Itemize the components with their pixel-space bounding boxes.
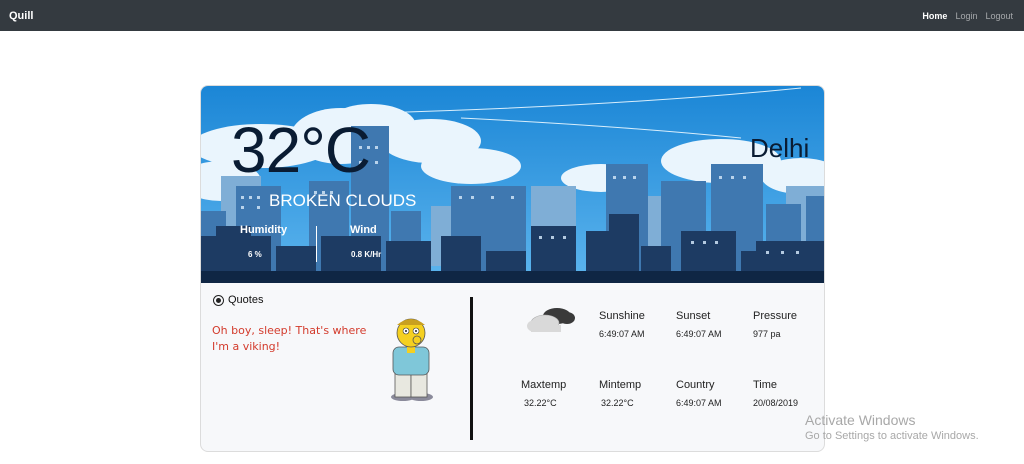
wind-value: 0.8 K/Hr xyxy=(351,250,382,259)
maxtemp-value: 32.22°C xyxy=(524,398,557,408)
character-illustration xyxy=(391,318,433,401)
cloud-icon xyxy=(527,308,575,332)
nav-login-link[interactable]: Login xyxy=(955,11,977,21)
sunset-label: Sunset xyxy=(676,310,711,322)
sunshine-value: 6:49:07 AM xyxy=(599,329,645,339)
maxtemp-label: Maxtemp xyxy=(521,379,567,391)
quotes-header[interactable]: Quotes xyxy=(213,294,263,306)
mintemp-value: 32.22°C xyxy=(601,398,634,408)
time-value: 20/08/2019 xyxy=(753,398,799,408)
pressure-label: Pressure xyxy=(753,310,798,322)
humidity-label: Humidity xyxy=(240,224,288,236)
brand-logo[interactable]: Quill xyxy=(9,10,33,22)
section-divider xyxy=(470,297,473,440)
country-label: Country xyxy=(676,379,715,391)
sunset-value: 6:49:07 AM xyxy=(676,329,722,339)
weather-description: BROKEN CLOUDS xyxy=(269,191,417,210)
nav-home-link[interactable]: Home xyxy=(922,11,947,21)
humidity-value: 6 % xyxy=(248,250,262,259)
sunshine-label: Sunshine xyxy=(599,310,645,322)
quote-text: Oh boy, sleep! That's where I'm a viking… xyxy=(212,324,367,353)
weather-hero: 32°C Delhi BROKEN CLOUDS Humidity 6 % Wi… xyxy=(201,86,824,283)
weather-details-panel: Quotes Oh boy, sleep! That's where I'm a… xyxy=(201,283,824,451)
city-name: Delhi xyxy=(750,133,810,163)
pressure-value: 977 pa xyxy=(753,329,781,339)
quotes-heading: Quotes xyxy=(228,294,264,306)
activation-watermark-title: Activate Windows xyxy=(805,412,916,428)
stat-divider xyxy=(316,226,317,262)
nav-logout-link[interactable]: Logout xyxy=(985,11,1013,21)
top-navbar: Quill Home Login Logout xyxy=(0,0,1024,31)
weather-card: 32°C Delhi BROKEN CLOUDS Humidity 6 % Wi… xyxy=(200,85,825,452)
nav-links: Home Login Logout xyxy=(922,11,1013,21)
time-label: Time xyxy=(753,379,778,391)
mintemp-label: Mintemp xyxy=(599,379,642,391)
wind-label: Wind xyxy=(350,224,377,236)
country-value: 6:49:07 AM xyxy=(676,398,722,408)
radio-icon[interactable] xyxy=(213,294,224,306)
activation-watermark-subtitle: Go to Settings to activate Windows. xyxy=(805,430,979,442)
temperature-value: 32°C xyxy=(231,114,371,186)
